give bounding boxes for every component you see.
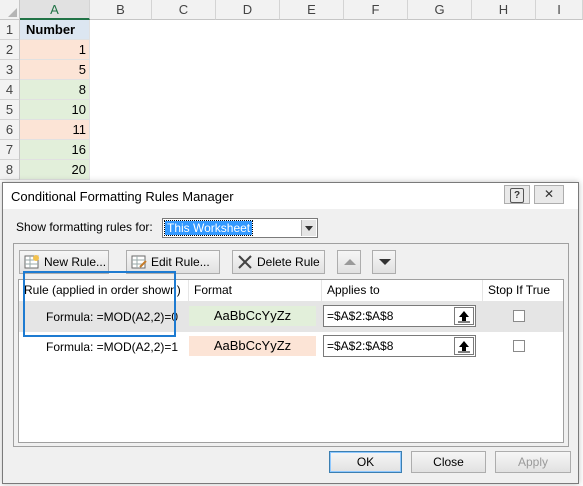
dialog-title: Conditional Formatting Rules Manager: [11, 189, 234, 204]
close-button[interactable]: Close: [411, 451, 486, 473]
delete-icon: [238, 255, 252, 269]
cell-a2[interactable]: 1: [20, 40, 90, 60]
arrow-down-icon: [379, 259, 391, 265]
move-up-button[interactable]: [337, 250, 361, 274]
move-down-button[interactable]: [372, 250, 396, 274]
new-rule-icon: [24, 255, 39, 269]
column-header-h[interactable]: H: [472, 0, 536, 20]
collapse-range-button[interactable]: [454, 337, 474, 355]
arrow-up-icon: [344, 259, 356, 265]
cell-a5[interactable]: 10: [20, 100, 90, 120]
edit-rule-button[interactable]: Edit Rule...: [126, 250, 220, 274]
conditional-formatting-rules-manager-dialog: Conditional Formatting Rules Manager ? ✕…: [2, 182, 579, 484]
edit-rule-label: Edit Rule...: [151, 255, 210, 269]
rules-group: New Rule... Edit Rule... Delete Rule Rul…: [13, 243, 569, 447]
column-header-a[interactable]: A: [20, 0, 90, 20]
applies-to-value: =$A$2:$A$8: [327, 339, 394, 353]
stop-if-true-checkbox[interactable]: [513, 340, 525, 352]
row-header-4[interactable]: 4: [0, 80, 20, 100]
rules-list-header: Rule (applied in order shown) Format App…: [19, 280, 563, 302]
row-header-3[interactable]: 3: [0, 60, 20, 80]
row-header-7[interactable]: 7: [0, 140, 20, 160]
help-icon: ?: [510, 188, 524, 203]
close-window-button[interactable]: ✕: [534, 185, 564, 204]
rule-formula: Formula: =MOD(A2,2)=0: [46, 310, 179, 324]
column-header-f[interactable]: F: [344, 0, 408, 20]
cell-a7[interactable]: 16: [20, 140, 90, 160]
cell-a6[interactable]: 11: [20, 120, 90, 140]
show-rules-for-label: Show formatting rules for:: [16, 220, 153, 234]
row-header-8[interactable]: 8: [0, 160, 20, 180]
stop-if-true-checkbox[interactable]: [513, 310, 525, 322]
edit-rule-icon: [131, 255, 147, 269]
row-header-5[interactable]: 5: [0, 100, 20, 120]
ok-button[interactable]: OK: [329, 451, 402, 473]
applies-to-field[interactable]: =$A$2:$A$8: [323, 305, 476, 327]
row-header-2[interactable]: 2: [0, 40, 20, 60]
row-header-1[interactable]: 1: [0, 20, 20, 40]
format-preview: AaBbCcYyZz: [189, 336, 316, 356]
cell-a3[interactable]: 5: [20, 60, 90, 80]
worksheet-grid: A B C D E F G H I 1 2 3 4 5 6 7 8 Number…: [0, 0, 583, 190]
column-rule[interactable]: Rule (applied in order shown): [19, 280, 189, 301]
new-rule-label: New Rule...: [44, 255, 107, 269]
cell-a8[interactable]: 20: [20, 160, 90, 180]
rules-list: Rule (applied in order shown) Format App…: [18, 279, 564, 443]
chevron-down-icon[interactable]: [301, 220, 316, 236]
rule-row[interactable]: Formula: =MOD(A2,2)=0 AaBbCcYyZz =$A$2:$…: [19, 302, 563, 332]
dialog-titlebar[interactable]: Conditional Formatting Rules Manager ? ✕: [3, 183, 578, 209]
delete-rule-button[interactable]: Delete Rule: [232, 250, 325, 274]
new-rule-button[interactable]: New Rule...: [19, 250, 109, 274]
delete-rule-label: Delete Rule: [257, 255, 320, 269]
collapse-dialog-icon: [458, 311, 470, 323]
column-header-g[interactable]: G: [408, 0, 472, 20]
column-header-d[interactable]: D: [216, 0, 280, 20]
column-header-b[interactable]: B: [90, 0, 152, 20]
cell-a1[interactable]: Number: [20, 20, 90, 40]
applies-to-field[interactable]: =$A$2:$A$8: [323, 335, 476, 357]
apply-button[interactable]: Apply: [495, 451, 571, 473]
column-header-i[interactable]: I: [536, 0, 583, 20]
format-preview: AaBbCcYyZz: [189, 306, 316, 326]
applies-to-value: =$A$2:$A$8: [327, 309, 394, 323]
column-header-e[interactable]: E: [280, 0, 344, 20]
column-format[interactable]: Format: [189, 280, 322, 301]
collapse-range-button[interactable]: [454, 307, 474, 325]
close-icon: ✕: [543, 187, 555, 201]
help-button[interactable]: ?: [504, 185, 530, 204]
rule-formula: Formula: =MOD(A2,2)=1: [46, 340, 179, 354]
column-applies-to[interactable]: Applies to: [322, 280, 483, 301]
row-header-6[interactable]: 6: [0, 120, 20, 140]
show-rules-for-dropdown[interactable]: This Worksheet: [162, 218, 318, 238]
show-rules-for-value: This Worksheet: [163, 220, 254, 236]
column-header-c[interactable]: C: [152, 0, 216, 20]
column-stop-if-true[interactable]: Stop If True: [483, 280, 565, 301]
rule-row[interactable]: Formula: =MOD(A2,2)=1 AaBbCcYyZz =$A$2:$…: [19, 332, 563, 362]
select-all-corner[interactable]: [0, 0, 20, 20]
collapse-dialog-icon: [458, 341, 470, 353]
cell-a4[interactable]: 8: [20, 80, 90, 100]
